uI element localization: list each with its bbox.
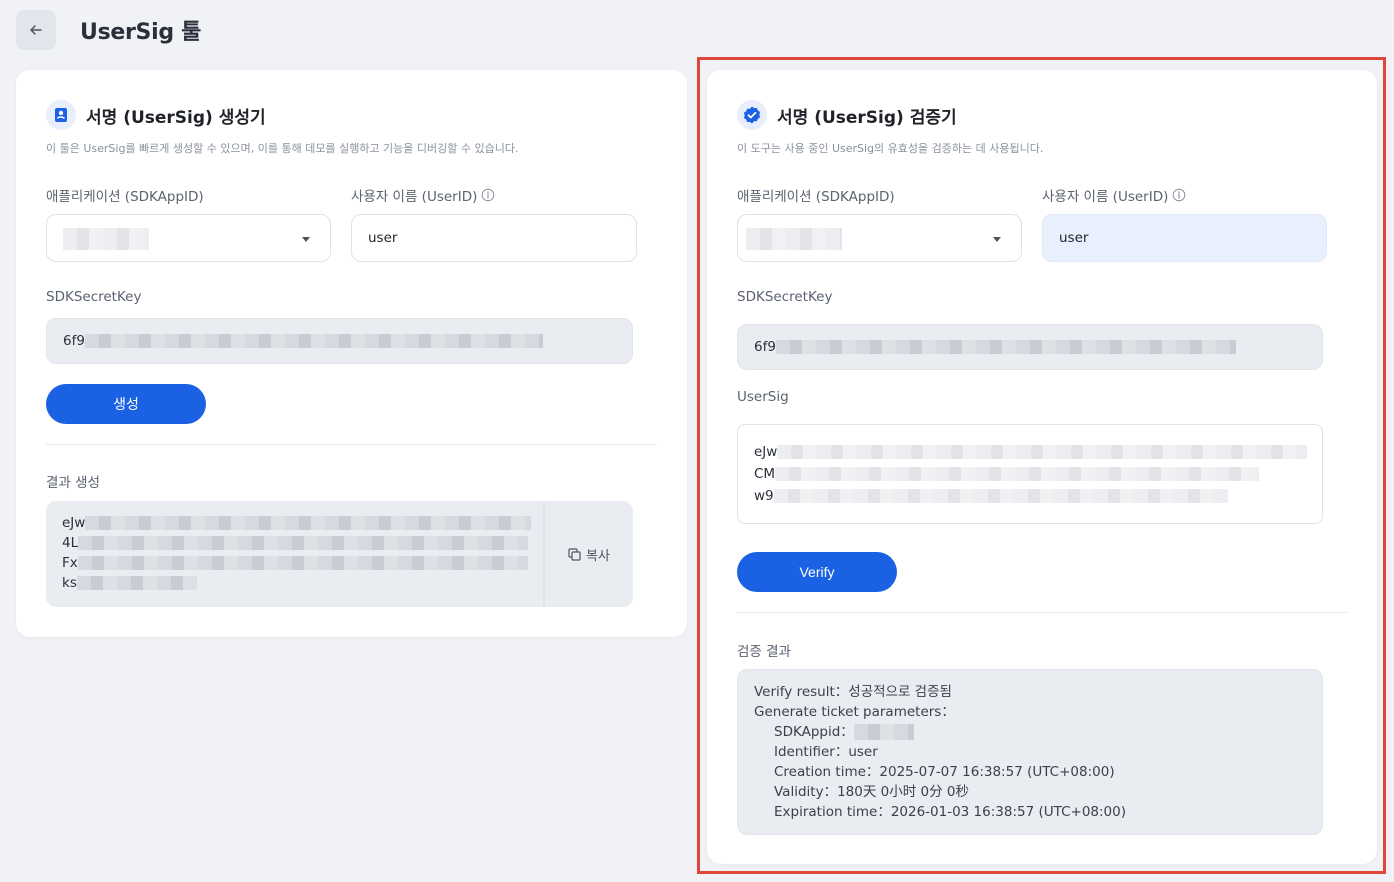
generator-title: 서명 (UserSig) 생성기 <box>86 107 266 128</box>
result-line-2: 4L <box>62 535 79 551</box>
verifier-description: 이 도구는 사용 중인 UserSig의 유효성을 검증하는 데 사용됩니다. <box>737 142 1044 155</box>
copy-label: 복사 <box>586 548 610 564</box>
back-button[interactable] <box>16 10 56 50</box>
chevron-down-icon <box>993 237 1001 242</box>
verify-button[interactable]: Verify <box>737 552 897 592</box>
user-id-label-text: 사용자 이름 (UserID) <box>351 189 478 205</box>
page-title: UserSig 툴 <box>80 20 202 45</box>
divider <box>737 612 1347 613</box>
app-id-select[interactable] <box>46 214 331 262</box>
secret-key-redacted <box>84 334 543 348</box>
usersig-line-1: eJw <box>754 444 778 460</box>
verify-result-status: Verify result：성공적으로 검증됨 <box>754 684 952 700</box>
user-id-label: 사용자 이름 (UserID) <box>1042 185 1186 205</box>
result-line-4: ks <box>62 575 77 591</box>
usersig-generator-card: 서명 (UserSig) 생성기 이 툴은 UserSig를 빠르게 생성할 수… <box>16 70 687 637</box>
user-id-input[interactable]: user <box>351 214 637 262</box>
generate-button[interactable]: 생성 <box>46 384 206 424</box>
chevron-down-icon <box>302 237 310 242</box>
sdkappid-line: SDKAppid： <box>754 722 1306 742</box>
secret-key-prefix: 6f9 <box>754 339 776 355</box>
verified-badge-icon <box>737 100 767 130</box>
user-id-label: 사용자 이름 (UserID) <box>351 185 495 205</box>
app-id-value-redacted <box>63 228 149 250</box>
result-label: 결과 생성 <box>46 475 100 491</box>
top-bar: UserSig 툴 <box>16 10 201 50</box>
user-id-label-text: 사용자 이름 (UserID) <box>1042 189 1169 205</box>
info-icon[interactable] <box>1172 188 1186 202</box>
user-id-input[interactable]: user <box>1042 214 1327 262</box>
app-id-label: 애플리케이션 (SDKAppID) <box>737 189 895 205</box>
sdkappid-redacted <box>853 724 914 740</box>
validity-line: Validity：180天 0小时 0分 0秒 <box>774 784 969 800</box>
secret-key-label: SDKSecretKey <box>737 289 833 305</box>
usersig-line-3: w9 <box>754 488 774 504</box>
verify-result-label: 검증 결과 <box>737 644 791 660</box>
verify-result-box: Verify result：성공적으로 검증됨 Generate ticket … <box>737 669 1323 835</box>
app-id-label: 애플리케이션 (SDKAppID) <box>46 189 204 205</box>
usersig-textarea[interactable]: eJw CM w9 <box>737 424 1323 524</box>
result-line-3: Fx <box>62 555 78 571</box>
info-icon[interactable] <box>481 188 495 202</box>
copy-button[interactable]: 복사 <box>543 501 633 607</box>
generated-usersig-box: eJw 4L Fx ks 복사 <box>46 501 633 607</box>
app-id-select[interactable] <box>737 214 1022 262</box>
sdkappid-label: SDKAppid： <box>774 724 854 740</box>
usersig-label: UserSig <box>737 389 789 405</box>
generated-usersig-text[interactable]: eJw 4L Fx ks <box>62 513 532 593</box>
arrow-left-icon <box>30 25 42 35</box>
creation-time-line: Creation time：2025-07-07 16:38:57 (UTC+0… <box>774 764 1115 780</box>
verifier-title: 서명 (UserSig) 검증기 <box>777 107 957 128</box>
copy-icon <box>568 547 581 561</box>
ticket-params-heading: Generate ticket parameters： <box>754 704 955 720</box>
divider <box>46 444 657 445</box>
generator-description: 이 툴은 UserSig를 빠르게 생성할 수 있으며, 이를 통해 데모를 실… <box>46 142 519 155</box>
secret-key-field[interactable]: 6f9 <box>737 324 1323 370</box>
secret-key-field[interactable]: 6f9 <box>46 318 633 364</box>
usersig-verifier-card: 서명 (UserSig) 검증기 이 도구는 사용 중인 UserSig의 유효… <box>707 70 1377 864</box>
app-id-value-redacted <box>746 228 842 250</box>
expiration-time-line: Expiration time：2026-01-03 16:38:57 (UTC… <box>774 804 1126 820</box>
identifier-line: Identifier：user <box>774 744 878 760</box>
secret-key-label: SDKSecretKey <box>46 289 142 305</box>
usersig-line-2: CM <box>754 466 776 482</box>
secret-key-redacted <box>775 340 1236 354</box>
user-badge-icon <box>46 100 76 130</box>
secret-key-prefix: 6f9 <box>63 333 85 349</box>
result-line-1: eJw <box>62 515 86 531</box>
